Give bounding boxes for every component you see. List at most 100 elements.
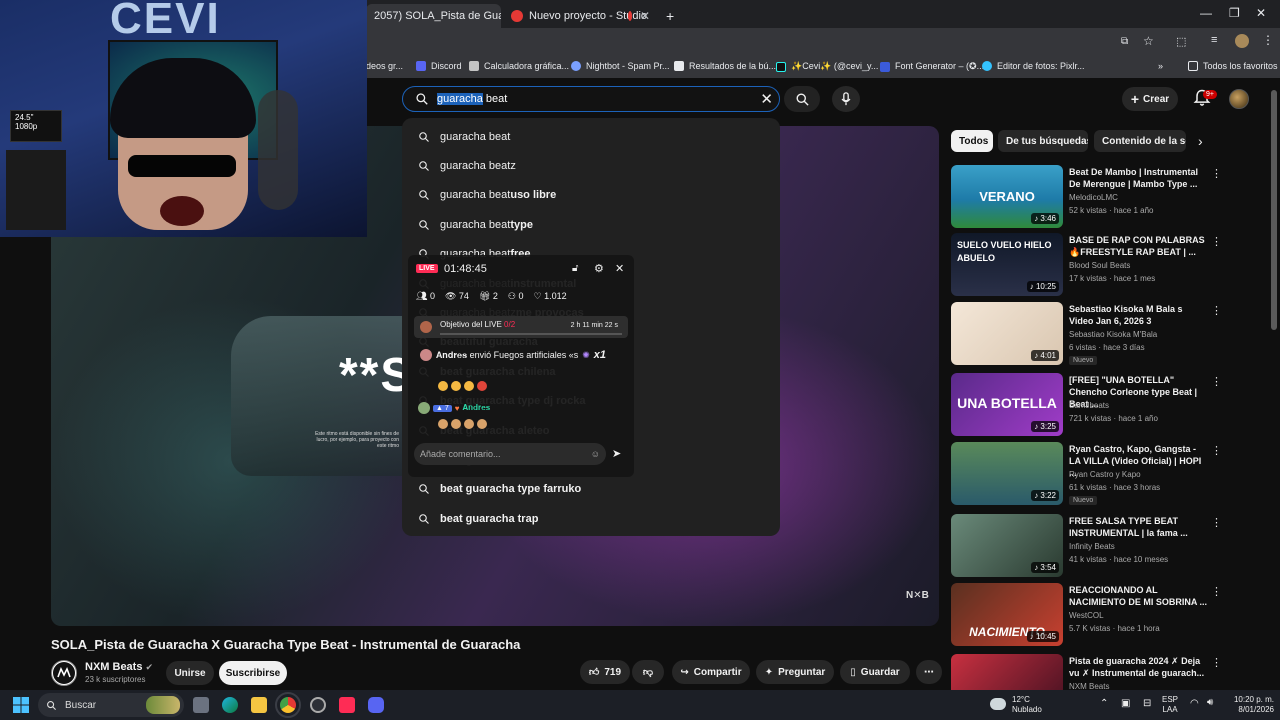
profile-avatar-icon[interactable] xyxy=(1235,34,1249,48)
recommended-video[interactable]: NACIMIENTO ♪ 10:45 REACCIONANDO AL NACIMIE… xyxy=(951,583,1222,647)
live-goal[interactable]: Objetivo del LIVE 0/2 2 h 11 min 22 s xyxy=(414,316,628,338)
taskbar-search[interactable]: Buscar xyxy=(38,693,184,717)
chrome-menu-icon[interactable]: ⋮ xyxy=(1262,33,1274,47)
extensions-icon[interactable]: ⬚ xyxy=(1176,35,1186,48)
recommended-video[interactable]: ♪ 3:22 Ryan Castro, Kapo, Gangsta - LA VI… xyxy=(951,442,1222,506)
bookmark-font-generator[interactable]: Font Generator – (✪... xyxy=(880,61,984,72)
settings-icon[interactable]: ⚙ xyxy=(594,262,604,275)
recommended-video-channel[interactable]: Blood Soul Beats xyxy=(1069,261,1130,270)
create-button[interactable]: + Crear xyxy=(1122,87,1178,111)
cast-icon[interactable]: ⧉ xyxy=(1121,36,1128,47)
search-suggestion[interactable]: guaracha beat xyxy=(402,122,780,151)
save-button[interactable]: ▯ Guardar xyxy=(840,660,910,684)
channel-avatar[interactable] xyxy=(51,660,77,686)
more-vertical-icon[interactable]: ⋮ xyxy=(1211,304,1222,317)
more-vertical-icon[interactable]: ⋮ xyxy=(1211,516,1222,529)
channel-name[interactable]: NXM Beats ✔ xyxy=(85,661,153,673)
account-avatar[interactable] xyxy=(1229,89,1249,109)
clock[interactable]: 10:20 p. m. 8/01/2026 xyxy=(1222,695,1274,715)
maximize-icon[interactable]: ❐ xyxy=(1229,6,1240,20)
recommended-video-channel[interactable]: Sebastiao Kisoka M'Bala xyxy=(1069,330,1157,339)
more-vertical-icon[interactable]: ⋮ xyxy=(1211,167,1222,180)
bookmark-resultados[interactable]: Resultados de la bú... xyxy=(674,61,776,71)
recommended-video-channel[interactable]: MelodicoLMC xyxy=(1069,193,1118,202)
like-button[interactable]: 👍︎ 719 xyxy=(580,660,630,684)
dislike-button[interactable]: 👎︎ xyxy=(632,660,664,684)
recommended-video-title[interactable]: Pista de guaracha 2024 ✗ Deja vu ✗ Instr… xyxy=(1069,655,1209,679)
chevron-right-icon[interactable]: › xyxy=(1198,133,1203,149)
weather-widget[interactable]: 12°C Nublado xyxy=(1012,695,1042,715)
close-tab-icon[interactable]: ✕ xyxy=(632,9,650,23)
recommended-video[interactable]: VERANO ♪ 3:46 Beat De Mambo | Instrumental… xyxy=(951,165,1222,229)
recommended-video-title[interactable]: Beat De Mambo | Instrumental De Merengue… xyxy=(1069,166,1209,190)
chip-contenido[interactable]: Contenido de la se xyxy=(1094,130,1186,152)
chip-todos[interactable]: Todos xyxy=(951,130,993,152)
windows-start-icon[interactable] xyxy=(13,697,29,713)
more-actions-button[interactable]: ⋯ xyxy=(916,660,942,684)
emoji-picker-icon[interactable]: ☺ xyxy=(591,449,600,459)
video-thumbnail[interactable]: ♪ 3:22 xyxy=(951,442,1063,505)
recommended-video-title[interactable]: BASE DE RAP CON PALABRAS 🔥FREESTYLE RAP … xyxy=(1069,234,1209,258)
comment-input[interactable]: Añade comentario... ☺ xyxy=(414,443,606,465)
join-button[interactable]: Unirse xyxy=(166,661,214,685)
share-button[interactable]: ↪ Compartir xyxy=(672,660,750,684)
tab-recording[interactable]: ✕ xyxy=(620,4,656,28)
subscribe-button[interactable]: Suscribirse xyxy=(219,661,287,685)
search-suggestion[interactable]: guaracha beat uso libre xyxy=(402,181,780,210)
recommended-video-title[interactable]: FREE SALSA TYPE BEAT INSTRUMENTAL | la f… xyxy=(1069,515,1209,539)
lock-icon[interactable]: 🔓︎ xyxy=(572,263,578,274)
video-thumbnail[interactable]: DEJA VU xyxy=(951,654,1063,690)
tray-app-icon[interactable]: ▣ xyxy=(1121,698,1130,709)
volume-icon[interactable]: 🔊︎ xyxy=(1207,697,1213,708)
recommended-video-channel[interactable]: NXM Beats xyxy=(1069,682,1109,690)
close-icon[interactable]: ✕ xyxy=(615,262,624,275)
recommended-video-title[interactable]: Sebastiao Kisoka M Bala s Video Jan 6, 2… xyxy=(1069,303,1209,327)
tray-app-icon[interactable]: ⊟ xyxy=(1143,698,1151,709)
media-control-icon[interactable]: ≡ xyxy=(1211,34,1217,46)
close-window-icon[interactable]: ✕ xyxy=(1256,6,1266,20)
tiktok-live-studio-icon[interactable] xyxy=(339,697,355,713)
video-thumbnail[interactable]: SUELO VUELO HIELO ABUELO ♪ 10:25 xyxy=(951,233,1063,296)
more-bookmarks-icon[interactable]: » xyxy=(1158,61,1163,71)
search-suggestion[interactable]: guaracha beat type xyxy=(402,210,780,239)
recommended-video[interactable]: UNA BOTELLA ♪ 3:25 [FREE] "UNA BOTELLA" Ch… xyxy=(951,373,1222,437)
recommended-video[interactable]: ♪ 4:01 Sebastiao Kisoka M Bala s Video Ja… xyxy=(951,302,1222,366)
recommended-video-title[interactable]: REACCIONANDO AL NACIMIENTO DE MI SOBRINA… xyxy=(1069,584,1209,608)
bookmark-all-favorites[interactable]: Todos los favoritos xyxy=(1188,61,1278,71)
wifi-icon[interactable]: ◠ xyxy=(1190,698,1199,709)
bookmark-star-icon[interactable]: ☆ xyxy=(1143,34,1154,48)
discord-icon[interactable] xyxy=(368,697,384,713)
bookmark-item[interactable]: deos gr... xyxy=(366,61,403,71)
search-button[interactable] xyxy=(784,86,820,112)
bookmark-calculadora[interactable]: Calculadora gráfica... xyxy=(469,61,569,71)
edge-icon[interactable] xyxy=(222,697,238,713)
page-scrollbar[interactable] xyxy=(1271,90,1277,330)
video-thumbnail[interactable]: ♪ 4:01 xyxy=(951,302,1063,365)
search-input[interactable]: guaracha beat ✕ xyxy=(402,86,780,112)
obs-icon[interactable] xyxy=(310,697,326,713)
send-icon[interactable]: ➤ xyxy=(612,447,621,460)
more-vertical-icon[interactable]: ⋮ xyxy=(1211,375,1222,388)
bookmark-nightbot[interactable]: Nightbot - Spam Pr... xyxy=(571,61,670,71)
video-thumbnail[interactable]: NACIMIENTO ♪ 10:45 xyxy=(951,583,1063,646)
tray-overflow-icon[interactable]: ⌃ xyxy=(1100,698,1108,709)
more-vertical-icon[interactable]: ⋮ xyxy=(1211,656,1221,669)
language-indicator[interactable]: ESP LAA xyxy=(1162,695,1178,715)
bookmark-discord[interactable]: Discord xyxy=(416,61,462,71)
search-suggestion[interactable]: beat guaracha type farruko xyxy=(402,475,780,504)
chrome-icon[interactable] xyxy=(275,692,301,718)
video-thumbnail[interactable]: VERANO ♪ 3:46 xyxy=(951,165,1063,228)
clear-search-icon[interactable]: ✕ xyxy=(760,90,773,108)
recommended-video-channel[interactable]: SamJbeats xyxy=(1069,401,1109,410)
chip-de-tus-busquedas[interactable]: De tus búsquedas xyxy=(998,130,1088,152)
recommended-video-channel[interactable]: Infinity Beats xyxy=(1069,542,1115,551)
search-suggestion[interactable]: guaracha beatz xyxy=(402,151,780,180)
recommended-video-channel[interactable]: Ryan Castro y Kapo xyxy=(1069,470,1141,479)
recommended-video[interactable]: DEJA VUPista de guaracha 2024 ✗ Deja vu … xyxy=(951,654,1221,690)
bookmark-pixlr[interactable]: Editor de fotos: Pixlr... xyxy=(982,61,1085,71)
bookmark-tiktok[interactable]: ✨Cevi✨ (@cevi_y... xyxy=(776,61,878,72)
video-thumbnail[interactable]: ♪ 3:54 xyxy=(951,514,1063,577)
recommended-video[interactable]: SUELO VUELO HIELO ABUELO ♪ 10:25 BASE DE R… xyxy=(951,233,1222,297)
file-explorer-icon[interactable] xyxy=(251,697,267,713)
ask-button[interactable]: ✦ Preguntar xyxy=(756,660,834,684)
